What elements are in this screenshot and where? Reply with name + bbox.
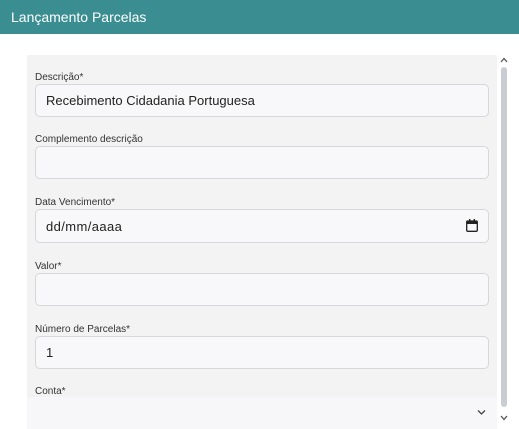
- scroll-down-arrow-icon[interactable]: [500, 415, 508, 421]
- descricao-label: Descrição*: [35, 72, 84, 83]
- chevron-down-icon: [477, 410, 486, 415]
- complemento-label: Complemento descrição: [35, 134, 143, 145]
- descricao-value: Recebimento Cidadania Portuguesa: [46, 93, 255, 108]
- numero-parcelas-input[interactable]: 1: [35, 336, 489, 369]
- valor-input[interactable]: [35, 273, 489, 306]
- data-vencimento-input[interactable]: dd/mm/aaaa: [35, 209, 489, 243]
- scroll-up-arrow-icon[interactable]: [500, 57, 508, 63]
- numero-parcelas-label: Número de Parcelas*: [35, 324, 131, 335]
- complemento-input[interactable]: [35, 146, 489, 179]
- data-vencimento-placeholder: dd/mm/aaaa: [46, 218, 123, 234]
- data-vencimento-label: Data Vencimento*: [35, 197, 116, 208]
- vertical-scrollbar[interactable]: [497, 55, 511, 429]
- modal-header: Lançamento Parcelas: [0, 0, 519, 34]
- numero-parcelas-value: 1: [46, 345, 54, 360]
- conta-label: Conta*: [35, 386, 66, 397]
- calendar-icon[interactable]: [466, 219, 478, 232]
- conta-select[interactable]: [27, 397, 497, 429]
- form-panel: Descrição* Recebimento Cidadania Portugu…: [27, 55, 497, 429]
- valor-label: Valor*: [35, 261, 62, 272]
- scrollbar-thumb[interactable]: [501, 67, 507, 407]
- modal-title: Lançamento Parcelas: [11, 9, 147, 25]
- descricao-input[interactable]: Recebimento Cidadania Portuguesa: [35, 84, 489, 117]
